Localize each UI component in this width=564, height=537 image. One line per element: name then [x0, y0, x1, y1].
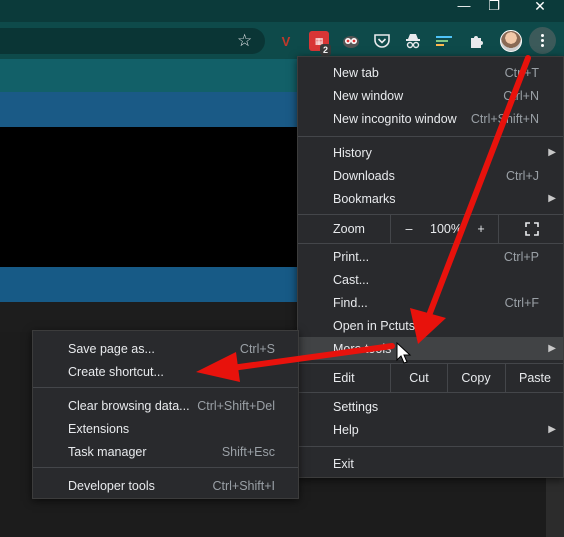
browser-toolbar: ☆ V ▦ 2	[0, 22, 564, 59]
extension-badge: 2	[320, 44, 332, 56]
menu-item-label: Print...	[333, 249, 370, 264]
chrome-menu-button[interactable]	[529, 27, 556, 54]
menu-item-help[interactable]: Help ▶	[298, 418, 563, 441]
menu-item-create-shortcut[interactable]: Create shortcut...	[33, 360, 298, 383]
edit-row: Edit Cut Copy Paste	[298, 364, 563, 392]
zoom-out-button[interactable]: –	[398, 215, 420, 243]
menu-separator	[298, 243, 563, 244]
menu-item-shortcut: Ctrl+S	[239, 341, 275, 356]
submenu-arrow-icon: ▶	[548, 193, 556, 204]
menu-item-label: Developer tools	[68, 478, 155, 493]
menu-item-label: History	[333, 145, 372, 160]
more-tools-submenu: Save page as... Ctrl+S Create shortcut..…	[32, 330, 299, 499]
zoom-row: Zoom – 100% +	[298, 215, 563, 243]
menu-item-label: Save page as...	[68, 341, 155, 356]
menu-item-shortcut: Ctrl+F	[504, 295, 539, 310]
menu-separator	[298, 392, 563, 393]
menu-item-label: Find...	[333, 295, 368, 310]
menu-separator	[33, 387, 298, 388]
menu-item-settings[interactable]: Settings	[298, 395, 563, 418]
menu-item-developer-tools[interactable]: Developer tools Ctrl+Shift+I	[33, 474, 298, 497]
cut-button[interactable]: Cut	[391, 364, 447, 392]
menu-item-label: Task manager	[68, 444, 147, 459]
address-bar[interactable]: ☆	[0, 28, 265, 54]
menu-item-extensions[interactable]: Extensions	[33, 417, 298, 440]
menu-item-label: New incognito window	[333, 111, 457, 126]
menu-separator	[298, 446, 563, 447]
menu-item-label: Bookmarks	[333, 191, 396, 206]
vivaldi-extension-icon[interactable]: V	[276, 31, 296, 51]
menu-item-new-incognito-window[interactable]: New incognito window Ctrl+Shift+N	[298, 107, 563, 130]
window-titlebar: — ❐ ✕	[0, 0, 564, 22]
menu-item-clear-browsing-data[interactable]: Clear browsing data... Ctrl+Shift+Del	[33, 394, 298, 417]
menu-item-shortcut: Ctrl+Shift+N	[470, 111, 539, 126]
menu-item-label: Downloads	[333, 168, 395, 183]
submenu-arrow-icon: ▶	[548, 147, 556, 158]
menu-item-print[interactable]: Print... Ctrl+P	[298, 245, 563, 268]
paste-button[interactable]: Paste	[506, 364, 564, 392]
menu-item-shortcut: Ctrl+N	[503, 88, 539, 103]
menu-item-task-manager[interactable]: Task manager Shift+Esc	[33, 440, 298, 463]
pocket-icon[interactable]	[372, 31, 392, 51]
menu-separator	[298, 136, 563, 137]
zoom-label: Zoom	[333, 222, 365, 236]
edit-label: Edit	[333, 371, 355, 385]
menu-item-label: Extensions	[68, 421, 130, 436]
menu-item-label: New tab	[333, 65, 379, 80]
menu-item-label: More tools	[333, 341, 392, 356]
incognito-spy-icon[interactable]	[403, 31, 423, 51]
menu-item-shortcut: Ctrl+J	[506, 168, 539, 183]
zoom-divider	[390, 215, 391, 243]
network-extension-icon[interactable]	[434, 31, 454, 51]
menu-item-history[interactable]: History ▶	[298, 141, 563, 164]
menu-item-label: New window	[333, 88, 404, 103]
bookmark-star-icon[interactable]: ☆	[237, 31, 252, 51]
menu-item-label: Help	[333, 422, 359, 437]
menu-item-exit[interactable]: Exit	[298, 452, 563, 475]
submenu-arrow-icon: ▶	[548, 343, 556, 354]
menu-separator	[33, 467, 298, 468]
copy-button[interactable]: Copy	[448, 364, 504, 392]
menu-item-label: Clear browsing data...	[68, 398, 190, 413]
menu-item-shortcut: Shift+Esc	[221, 444, 275, 459]
menu-item-shortcut: Ctrl+P	[503, 249, 539, 264]
menu-item-label: Open in Pctuts.be	[333, 318, 433, 333]
menu-item-shortcut: Ctrl+T	[504, 65, 539, 80]
close-window-button[interactable]: ✕	[520, 0, 560, 22]
menu-item-shortcut: Ctrl+Shift+Del	[197, 398, 275, 413]
menu-item-label: Create shortcut...	[68, 364, 164, 379]
fullscreen-icon[interactable]	[520, 215, 544, 243]
menu-item-save-page-as[interactable]: Save page as... Ctrl+S	[33, 337, 298, 360]
owl-extension-icon[interactable]	[341, 31, 361, 51]
zoom-level-value: 100%	[430, 222, 462, 236]
menu-item-shortcut: Ctrl+Shift+I	[212, 478, 275, 493]
menu-item-label: Cast...	[333, 272, 370, 287]
menu-item-find[interactable]: Find... Ctrl+F	[298, 291, 563, 314]
menu-item-more-tools[interactable]: More tools ▶	[298, 337, 563, 360]
zoom-divider	[498, 215, 499, 243]
submenu-arrow-icon: ▶	[548, 424, 556, 435]
menu-item-new-window[interactable]: New window Ctrl+N	[298, 84, 563, 107]
zoom-in-button[interactable]: +	[470, 215, 492, 243]
profile-avatar[interactable]	[500, 30, 522, 52]
menu-item-open-in-app[interactable]: Open in Pctuts.be	[298, 314, 563, 337]
menu-item-label: Settings	[333, 399, 379, 414]
menu-item-downloads[interactable]: Downloads Ctrl+J	[298, 164, 563, 187]
restore-button[interactable]: ❐	[474, 0, 514, 22]
puzzle-extensions-icon[interactable]	[466, 31, 486, 51]
menu-item-bookmarks[interactable]: Bookmarks ▶	[298, 187, 563, 210]
menu-item-new-tab[interactable]: New tab Ctrl+T	[298, 61, 563, 84]
chrome-main-menu: New tab Ctrl+T New window Ctrl+N New inc…	[297, 56, 564, 478]
menu-item-cast[interactable]: Cast...	[298, 268, 563, 291]
menu-item-label: Exit	[333, 456, 354, 471]
